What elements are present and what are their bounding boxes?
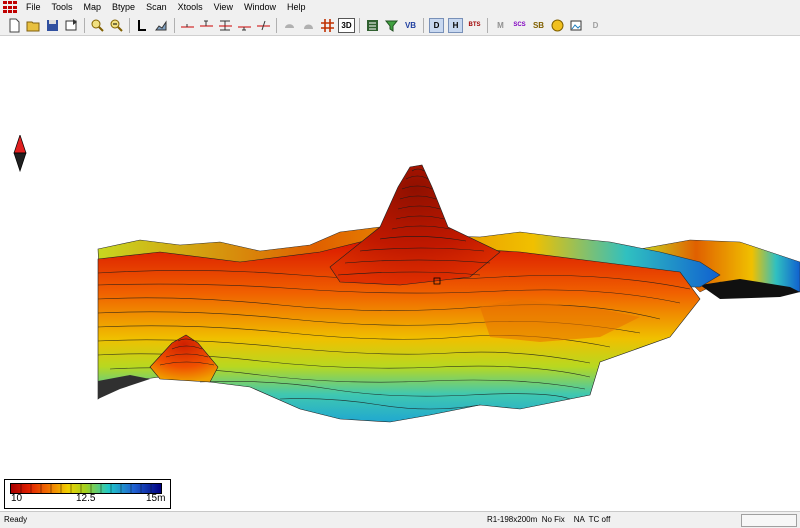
bts-icon[interactable]: BTS — [466, 17, 483, 34]
menu-scan[interactable]: Scan — [141, 0, 173, 15]
legend-mid-label: 12.5 — [76, 493, 96, 504]
menu-bar: File Tools Map Btype Scan Xtools View Wi… — [0, 0, 800, 15]
menu-file[interactable]: File — [21, 0, 47, 15]
terrain-surface — [97, 164, 800, 423]
toolbar-separator — [84, 17, 85, 33]
layer-filter-icon[interactable] — [383, 17, 400, 34]
menu-window[interactable]: Window — [239, 0, 282, 15]
north-arrow-icon — [13, 135, 27, 173]
toolbar-separator — [423, 17, 424, 33]
bts-label: BTS — [468, 22, 481, 28]
3d-terrain-viewport[interactable]: 10 12.5 15m — [0, 37, 800, 511]
status-progress-box — [741, 514, 797, 527]
d-tool-label: D — [592, 20, 599, 30]
legend-max-label: 15m — [146, 493, 166, 504]
scs-label: SCS — [513, 22, 526, 28]
status-bar: Ready R1-198x200m No Fix NA TC off — [0, 511, 800, 528]
toolbar-separator — [359, 17, 360, 33]
3d-view-button[interactable]: 3D — [338, 17, 355, 34]
new-file-icon[interactable] — [6, 17, 23, 34]
import-icon[interactable] — [63, 17, 80, 34]
h-mode-label: H — [448, 17, 463, 33]
sb-label: SB — [532, 20, 545, 30]
status-info: R1-198x200m No Fix NA TC off — [487, 515, 611, 524]
menu-view[interactable]: View — [209, 0, 239, 15]
line-tool-icon[interactable] — [134, 17, 151, 34]
app-grid-icon[interactable] — [3, 1, 17, 14]
color-scale-legend: 10 12.5 15m — [4, 479, 171, 509]
d-mode-label: D — [429, 17, 444, 33]
scs-icon[interactable]: SCS — [511, 17, 528, 34]
save-icon[interactable] — [44, 17, 61, 34]
blob-1-icon[interactable] — [281, 17, 298, 34]
legend-min-label: 10 — [11, 493, 23, 504]
h-mode-button[interactable]: H — [447, 17, 464, 34]
d-tool-icon[interactable]: D — [587, 17, 604, 34]
open-folder-icon[interactable] — [25, 17, 42, 34]
toolbar-separator — [487, 17, 488, 33]
d-mode-button[interactable]: D — [428, 17, 445, 34]
cross-section-5-icon[interactable] — [255, 17, 272, 34]
circle-tool-icon[interactable] — [549, 17, 566, 34]
vb-label: VB — [404, 20, 417, 30]
cross-section-1-icon[interactable] — [179, 17, 196, 34]
toolbar-separator — [276, 17, 277, 33]
menu-help[interactable]: Help — [282, 0, 312, 15]
toolbar-separator — [129, 17, 130, 33]
menu-map[interactable]: Map — [79, 0, 108, 15]
cross-section-2-icon[interactable] — [198, 17, 215, 34]
vb-icon[interactable]: VB — [402, 17, 419, 34]
3d-view-label: 3D — [338, 17, 355, 33]
status-ready: Ready — [4, 515, 28, 524]
toolbar: 3D VB D H BTS M SCS SB D — [0, 15, 800, 36]
toolbar-separator — [174, 17, 175, 33]
m-tool-icon[interactable]: M — [492, 17, 509, 34]
profile-icon[interactable] — [153, 17, 170, 34]
zoom-in-icon[interactable] — [89, 17, 106, 34]
zoom-out-icon[interactable] — [108, 17, 125, 34]
menu-xtools[interactable]: Xtools — [173, 0, 209, 15]
image-tool-icon[interactable] — [568, 17, 585, 34]
grid-hash-icon[interactable] — [319, 17, 336, 34]
m-tool-label: M — [497, 20, 504, 30]
list-icon[interactable] — [364, 17, 381, 34]
menu-tools[interactable]: Tools — [47, 0, 79, 15]
blob-2-icon[interactable] — [300, 17, 317, 34]
cross-section-3-icon[interactable] — [217, 17, 234, 34]
cross-section-4-icon[interactable] — [236, 17, 253, 34]
menu-btype[interactable]: Btype — [107, 0, 141, 15]
sb-icon[interactable]: SB — [530, 17, 547, 34]
